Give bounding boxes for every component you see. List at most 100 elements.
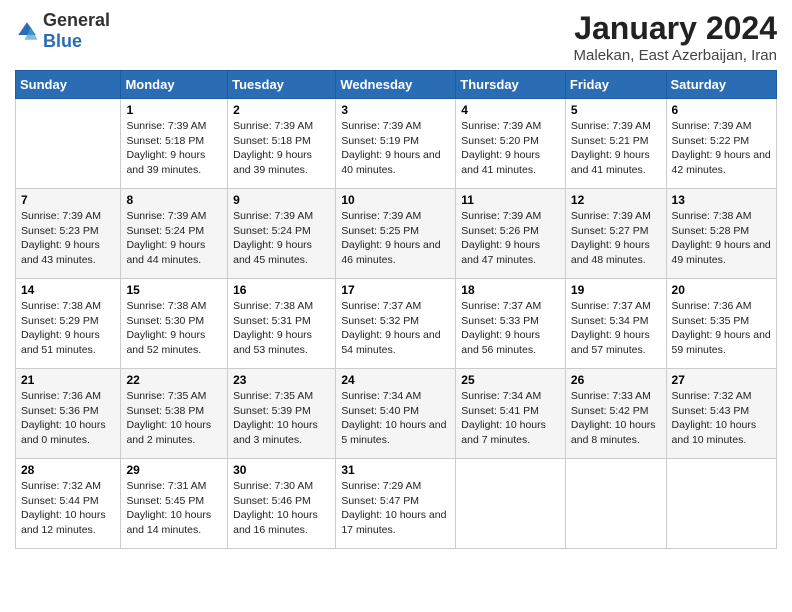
cell-info: Sunrise: 7:39 AMSunset: 5:19 PMDaylight:… — [341, 119, 450, 178]
day-cell: 15 Sunrise: 7:38 AMSunset: 5:30 PMDayligh… — [121, 279, 228, 369]
cell-info: Sunrise: 7:38 AMSunset: 5:31 PMDaylight:… — [233, 299, 330, 358]
day-cell: 9 Sunrise: 7:39 AMSunset: 5:24 PMDaylight… — [228, 189, 336, 279]
cell-info: Sunrise: 7:35 AMSunset: 5:39 PMDaylight:… — [233, 389, 330, 448]
cell-info: Sunrise: 7:31 AMSunset: 5:45 PMDaylight:… — [126, 479, 222, 538]
day-cell: 4 Sunrise: 7:39 AMSunset: 5:20 PMDaylight… — [456, 99, 566, 189]
header-cell-thursday: Thursday — [456, 71, 566, 99]
day-cell: 16 Sunrise: 7:38 AMSunset: 5:31 PMDayligh… — [228, 279, 336, 369]
day-number: 10 — [341, 193, 450, 207]
page-subtitle: Malekan, East Azerbaijan, Iran — [574, 47, 777, 64]
day-number: 20 — [672, 283, 771, 297]
day-cell: 28 Sunrise: 7:32 AMSunset: 5:44 PMDayligh… — [16, 459, 121, 549]
day-cell: 7Sunrise: 7:39 AMSunset: 5:23 PMDaylight… — [16, 189, 121, 279]
day-cell: 27Sunrise: 7:32 AMSunset: 5:43 PMDayligh… — [666, 369, 776, 459]
title-block: January 2024 Malekan, East Azerbaijan, I… — [574, 10, 777, 64]
cell-info: Sunrise: 7:39 AMSunset: 5:20 PMDaylight:… — [461, 119, 560, 178]
day-cell: 6Sunrise: 7:39 AMSunset: 5:22 PMDaylight… — [666, 99, 776, 189]
day-cell: 8Sunrise: 7:39 AMSunset: 5:24 PMDaylight… — [121, 189, 228, 279]
cell-info: Sunrise: 7:34 AMSunset: 5:41 PMDaylight:… — [461, 389, 560, 448]
day-number: 28 — [21, 463, 115, 477]
day-number: 13 — [672, 193, 771, 207]
day-number: 4 — [461, 103, 560, 117]
day-cell: 26 Sunrise: 7:33 AMSunset: 5:42 PMDayligh… — [565, 369, 666, 459]
cell-info: Sunrise: 7:38 AMSunset: 5:29 PMDaylight:… — [21, 299, 115, 358]
day-number: 25 — [461, 373, 560, 387]
day-cell: 24 Sunrise: 7:34 AMSunset: 5:40 PMDayligh… — [336, 369, 456, 459]
cell-info: Sunrise: 7:39 AMSunset: 5:26 PMDaylight:… — [461, 209, 560, 268]
day-number: 1 — [126, 103, 222, 117]
cell-info: Sunrise: 7:39 AMSunset: 5:24 PMDaylight:… — [233, 209, 330, 268]
cell-info: Sunrise: 7:39 AMSunset: 5:21 PMDaylight:… — [571, 119, 661, 178]
day-cell — [565, 459, 666, 549]
day-number: 9 — [233, 193, 330, 207]
day-cell: 18 Sunrise: 7:37 AMSunset: 5:33 PMDayligh… — [456, 279, 566, 369]
day-cell — [456, 459, 566, 549]
cell-info: Sunrise: 7:34 AMSunset: 5:40 PMDaylight:… — [341, 389, 450, 448]
cell-info: Sunrise: 7:29 AMSunset: 5:47 PMDaylight:… — [341, 479, 450, 538]
cell-info: Sunrise: 7:37 AMSunset: 5:34 PMDaylight:… — [571, 299, 661, 358]
day-cell: 17Sunrise: 7:37 AMSunset: 5:32 PMDayligh… — [336, 279, 456, 369]
day-cell: 10 Sunrise: 7:39 AMSunset: 5:25 PMDayligh… — [336, 189, 456, 279]
cell-info: Sunrise: 7:39 AMSunset: 5:18 PMDaylight:… — [126, 119, 222, 178]
day-cell: 22 Sunrise: 7:35 AMSunset: 5:38 PMDayligh… — [121, 369, 228, 459]
header-cell-monday: Monday — [121, 71, 228, 99]
logo-text-general: General Blue — [43, 10, 110, 52]
day-number: 18 — [461, 283, 560, 297]
day-number: 30 — [233, 463, 330, 477]
day-number: 29 — [126, 463, 222, 477]
cell-info: Sunrise: 7:39 AMSunset: 5:25 PMDaylight:… — [341, 209, 450, 268]
day-cell: 21Sunrise: 7:36 AMSunset: 5:36 PMDayligh… — [16, 369, 121, 459]
day-cell: 19 Sunrise: 7:37 AMSunset: 5:34 PMDayligh… — [565, 279, 666, 369]
day-number: 12 — [571, 193, 661, 207]
day-number: 31 — [341, 463, 450, 477]
day-number: 22 — [126, 373, 222, 387]
day-number: 14 — [21, 283, 115, 297]
week-row-4: 21Sunrise: 7:36 AMSunset: 5:36 PMDayligh… — [16, 369, 777, 459]
cell-info: Sunrise: 7:30 AMSunset: 5:46 PMDaylight:… — [233, 479, 330, 538]
day-number: 11 — [461, 193, 560, 207]
cell-info: Sunrise: 7:39 AMSunset: 5:23 PMDaylight:… — [21, 209, 115, 268]
day-number: 26 — [571, 373, 661, 387]
day-cell: 13 Sunrise: 7:38 AMSunset: 5:28 PMDayligh… — [666, 189, 776, 279]
header-cell-sunday: Sunday — [16, 71, 121, 99]
cell-info: Sunrise: 7:32 AMSunset: 5:43 PMDaylight:… — [672, 389, 771, 448]
cell-info: Sunrise: 7:32 AMSunset: 5:44 PMDaylight:… — [21, 479, 115, 538]
day-cell: 14 Sunrise: 7:38 AMSunset: 5:29 PMDayligh… — [16, 279, 121, 369]
cell-info: Sunrise: 7:38 AMSunset: 5:28 PMDaylight:… — [672, 209, 771, 268]
cell-info: Sunrise: 7:37 AMSunset: 5:32 PMDaylight:… — [341, 299, 450, 358]
day-cell: 12 Sunrise: 7:39 AMSunset: 5:27 PMDayligh… — [565, 189, 666, 279]
day-number: 15 — [126, 283, 222, 297]
header-cell-saturday: Saturday — [666, 71, 776, 99]
week-row-2: 7Sunrise: 7:39 AMSunset: 5:23 PMDaylight… — [16, 189, 777, 279]
cell-info: Sunrise: 7:37 AMSunset: 5:33 PMDaylight:… — [461, 299, 560, 358]
day-number: 16 — [233, 283, 330, 297]
header-row: SundayMondayTuesdayWednesdayThursdayFrid… — [16, 71, 777, 99]
day-number: 5 — [571, 103, 661, 117]
cell-info: Sunrise: 7:35 AMSunset: 5:38 PMDaylight:… — [126, 389, 222, 448]
day-cell: 25 Sunrise: 7:34 AMSunset: 5:41 PMDayligh… — [456, 369, 566, 459]
page-header: General Blue January 2024 Malekan, East … — [15, 10, 777, 64]
cell-info: Sunrise: 7:39 AMSunset: 5:18 PMDaylight:… — [233, 119, 330, 178]
logo: General Blue — [15, 10, 110, 52]
cell-info: Sunrise: 7:38 AMSunset: 5:30 PMDaylight:… — [126, 299, 222, 358]
day-cell: 3 Sunrise: 7:39 AMSunset: 5:19 PMDaylight… — [336, 99, 456, 189]
cell-info: Sunrise: 7:39 AMSunset: 5:22 PMDaylight:… — [672, 119, 771, 178]
week-row-3: 14 Sunrise: 7:38 AMSunset: 5:29 PMDayligh… — [16, 279, 777, 369]
day-number: 2 — [233, 103, 330, 117]
cell-info: Sunrise: 7:39 AMSunset: 5:27 PMDaylight:… — [571, 209, 661, 268]
cell-info: Sunrise: 7:36 AMSunset: 5:35 PMDaylight:… — [672, 299, 771, 358]
day-cell — [666, 459, 776, 549]
day-cell: 1 Sunrise: 7:39 AMSunset: 5:18 PMDaylight… — [121, 99, 228, 189]
week-row-5: 28 Sunrise: 7:32 AMSunset: 5:44 PMDayligh… — [16, 459, 777, 549]
week-row-1: 1 Sunrise: 7:39 AMSunset: 5:18 PMDaylight… — [16, 99, 777, 189]
day-cell: 11 Sunrise: 7:39 AMSunset: 5:26 PMDayligh… — [456, 189, 566, 279]
day-number: 3 — [341, 103, 450, 117]
day-cell: 31 Sunrise: 7:29 AMSunset: 5:47 PMDayligh… — [336, 459, 456, 549]
day-number: 23 — [233, 373, 330, 387]
day-number: 19 — [571, 283, 661, 297]
header-cell-friday: Friday — [565, 71, 666, 99]
cell-info: Sunrise: 7:33 AMSunset: 5:42 PMDaylight:… — [571, 389, 661, 448]
day-number: 24 — [341, 373, 450, 387]
day-number: 21 — [21, 373, 115, 387]
day-cell — [16, 99, 121, 189]
